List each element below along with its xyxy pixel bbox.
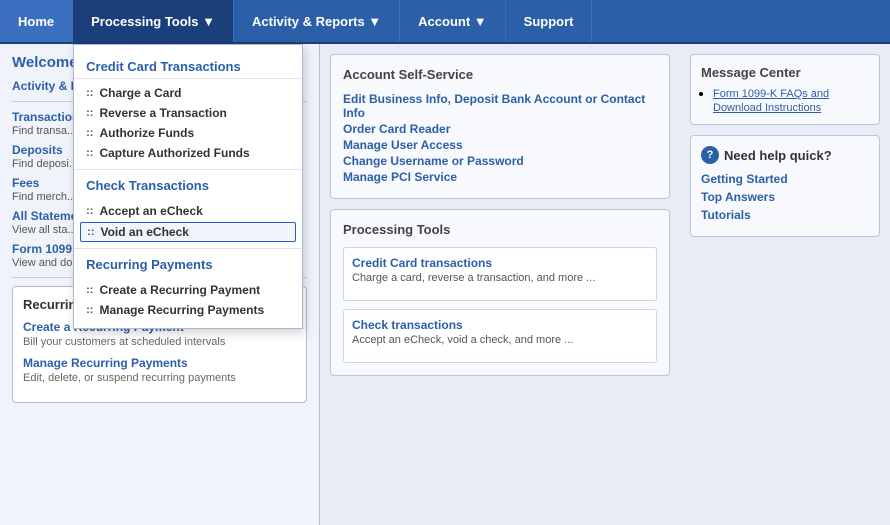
nav-bar: Home Processing Tools ▼ Credit Card Tran… <box>0 0 890 44</box>
card-link-edit-business[interactable]: Edit Business Info, Deposit Bank Account… <box>343 92 657 120</box>
processing-tools-card: Processing Tools Credit Card transaction… <box>330 209 670 376</box>
dropdown-section-recurring: Recurring Payments <box>74 248 302 276</box>
dropdown-item-authorize[interactable]: ::Authorize Funds <box>74 123 302 143</box>
message-center-list: Form 1099-K FAQs and Download Instructio… <box>713 86 869 114</box>
center-panel: Account Self-Service Edit Business Info,… <box>320 44 680 525</box>
dropdown-section-credit-card: Credit Card Transactions <box>74 53 302 79</box>
nav-account[interactable]: Account ▼ <box>400 0 505 42</box>
right-panel: Message Center Form 1099-K FAQs and Down… <box>680 44 890 525</box>
card-link-change-password[interactable]: Change Username or Password <box>343 154 657 168</box>
help-title-label: Need help quick? <box>724 148 832 163</box>
nav-activity-reports[interactable]: Activity & Reports ▼ <box>234 0 400 42</box>
dropdown-item-accept-echeck[interactable]: ::Accept an eCheck <box>74 201 302 221</box>
help-title: ? Need help quick? <box>701 146 869 164</box>
nav-processing-tools[interactable]: Processing Tools ▼ Credit Card Transacti… <box>73 0 234 42</box>
message-center-title: Message Center <box>701 65 869 80</box>
card-link-cc-transactions[interactable]: Credit Card transactions <box>352 256 648 270</box>
account-self-service-title: Account Self-Service <box>343 67 657 82</box>
account-self-service-card: Account Self-Service Edit Business Info,… <box>330 54 670 199</box>
help-link-tutorials[interactable]: Tutorials <box>701 208 869 222</box>
processing-tools-dropdown: Credit Card Transactions ::Charge a Card… <box>73 44 303 329</box>
dropdown-item-capture[interactable]: ::Capture Authorized Funds <box>74 143 302 163</box>
dropdown-item-reverse[interactable]: ::Reverse a Transaction <box>74 103 302 123</box>
card-desc-check-transactions: Accept an eCheck, void a check, and more… <box>352 334 648 346</box>
nav-support[interactable]: Support <box>506 0 593 42</box>
card-link-order-reader[interactable]: Order Card Reader <box>343 122 657 136</box>
message-center-card: Message Center Form 1099-K FAQs and Down… <box>690 54 880 125</box>
help-link-getting-started[interactable]: Getting Started <box>701 172 869 186</box>
recurring-manage-desc: Edit, delete, or suspend recurring payme… <box>23 372 296 384</box>
dropdown-item-void-echeck[interactable]: ::Void an eCheck <box>80 222 296 242</box>
help-box: ? Need help quick? Getting Started Top A… <box>690 135 880 237</box>
msg-link-1099[interactable]: Form 1099-K FAQs and Download Instructio… <box>713 88 829 114</box>
dropdown-section-check: Check Transactions <box>74 169 302 197</box>
card-link-check-transactions[interactable]: Check transactions <box>352 318 648 332</box>
dropdown-item-create-recurring[interactable]: ::Create a Recurring Payment <box>74 280 302 300</box>
help-link-top-answers[interactable]: Top Answers <box>701 190 869 204</box>
card-link-manage-users[interactable]: Manage User Access <box>343 138 657 152</box>
card-link-manage-pci[interactable]: Manage PCI Service <box>343 170 657 184</box>
dropdown-item-charge[interactable]: ::Charge a Card <box>74 83 302 103</box>
help-icon: ? <box>701 146 719 164</box>
recurring-manage-link[interactable]: Manage Recurring Payments <box>23 356 296 370</box>
processing-tools-card-title: Processing Tools <box>343 222 657 237</box>
card-desc-cc-transactions: Charge a card, reverse a transaction, an… <box>352 272 648 284</box>
cc-transactions-card: Credit Card transactions Charge a card, … <box>343 247 657 301</box>
nav-processing-tools-label: Processing Tools ▼ <box>91 14 215 29</box>
nav-home[interactable]: Home <box>0 0 73 42</box>
recurring-create-desc: Bill your customers at scheduled interva… <box>23 336 296 348</box>
dropdown-item-manage-recurring[interactable]: ::Manage Recurring Payments <box>74 300 302 320</box>
check-transactions-card: Check transactions Accept an eCheck, voi… <box>343 309 657 363</box>
